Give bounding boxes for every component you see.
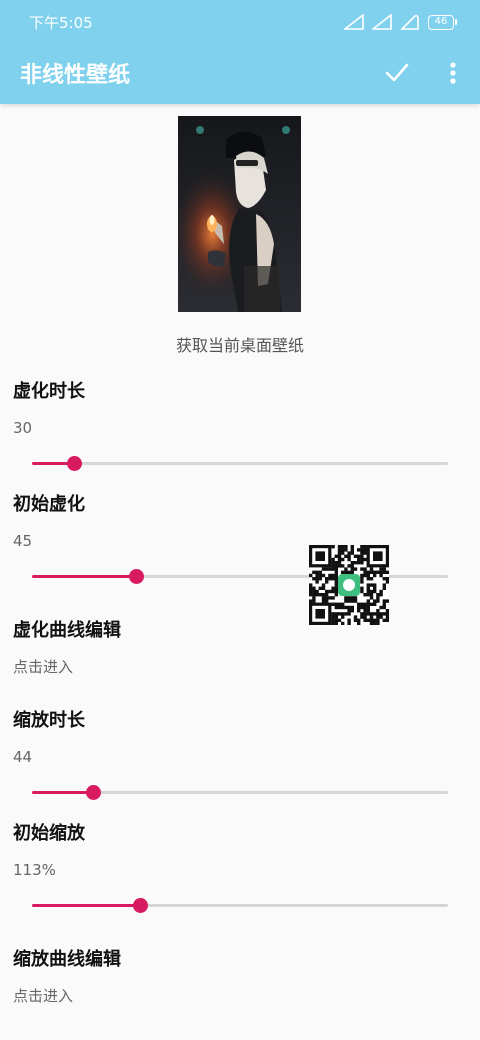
blur-curve-summary[interactable]: 点击进入: [13, 656, 73, 677]
scale-duration-value: 44: [13, 748, 33, 766]
initial-blur-title: 初始虚化: [13, 494, 85, 515]
battery-icon: 46: [428, 14, 457, 30]
blur-curve-title[interactable]: 虚化曲线编辑: [13, 616, 121, 642]
initial-scale-title: 初始缩放: [13, 823, 85, 844]
scale-duration-title: 缩放时长: [13, 710, 85, 731]
slider-fill: [32, 903, 140, 907]
blur-duration-title: 虚化时长: [13, 381, 85, 402]
status-bar: 下午5:05 46: [0, 0, 480, 44]
check-icon: [385, 63, 409, 82]
scale-curve-title[interactable]: 缩放曲线编辑: [13, 945, 121, 971]
scale-curve-summary[interactable]: 点击进入: [13, 985, 73, 1006]
slider-thumb[interactable]: [85, 784, 101, 800]
slider-fill: [32, 574, 136, 578]
scale-duration-slider[interactable]: [32, 782, 448, 802]
slider-thumb[interactable]: [132, 897, 148, 913]
slider-track: [32, 461, 448, 465]
slider-fill: [32, 790, 93, 794]
signal-icon: [372, 14, 392, 30]
blur-duration-value: 30: [13, 419, 33, 437]
qr-code-image: [309, 545, 390, 626]
signal-icon: [344, 14, 364, 30]
wallpaper-preview[interactable]: [178, 116, 301, 312]
wallpaper-image: [178, 116, 301, 312]
initial-scale-value: 113%: [13, 861, 56, 879]
qr-code: [309, 545, 390, 626]
blur-duration-slider[interactable]: [32, 453, 448, 473]
more-vert-icon: [450, 62, 456, 84]
wifi-icon: [400, 14, 419, 30]
app-title: 非线性壁纸: [20, 63, 131, 88]
more-options-button[interactable]: [438, 56, 468, 90]
status-time: 下午5:05: [29, 14, 93, 32]
confirm-button[interactable]: [380, 56, 414, 90]
initial-scale-slider[interactable]: [32, 895, 448, 915]
get-wallpaper-button[interactable]: 获取当前桌面壁纸: [0, 332, 480, 356]
initial-blur-value: 45: [13, 532, 33, 550]
battery-level: 46: [434, 15, 448, 27]
app-bar: 非线性壁纸: [0, 44, 480, 104]
slider-thumb[interactable]: [66, 455, 82, 471]
slider-thumb[interactable]: [128, 568, 144, 584]
status-icons: 46: [344, 12, 457, 32]
